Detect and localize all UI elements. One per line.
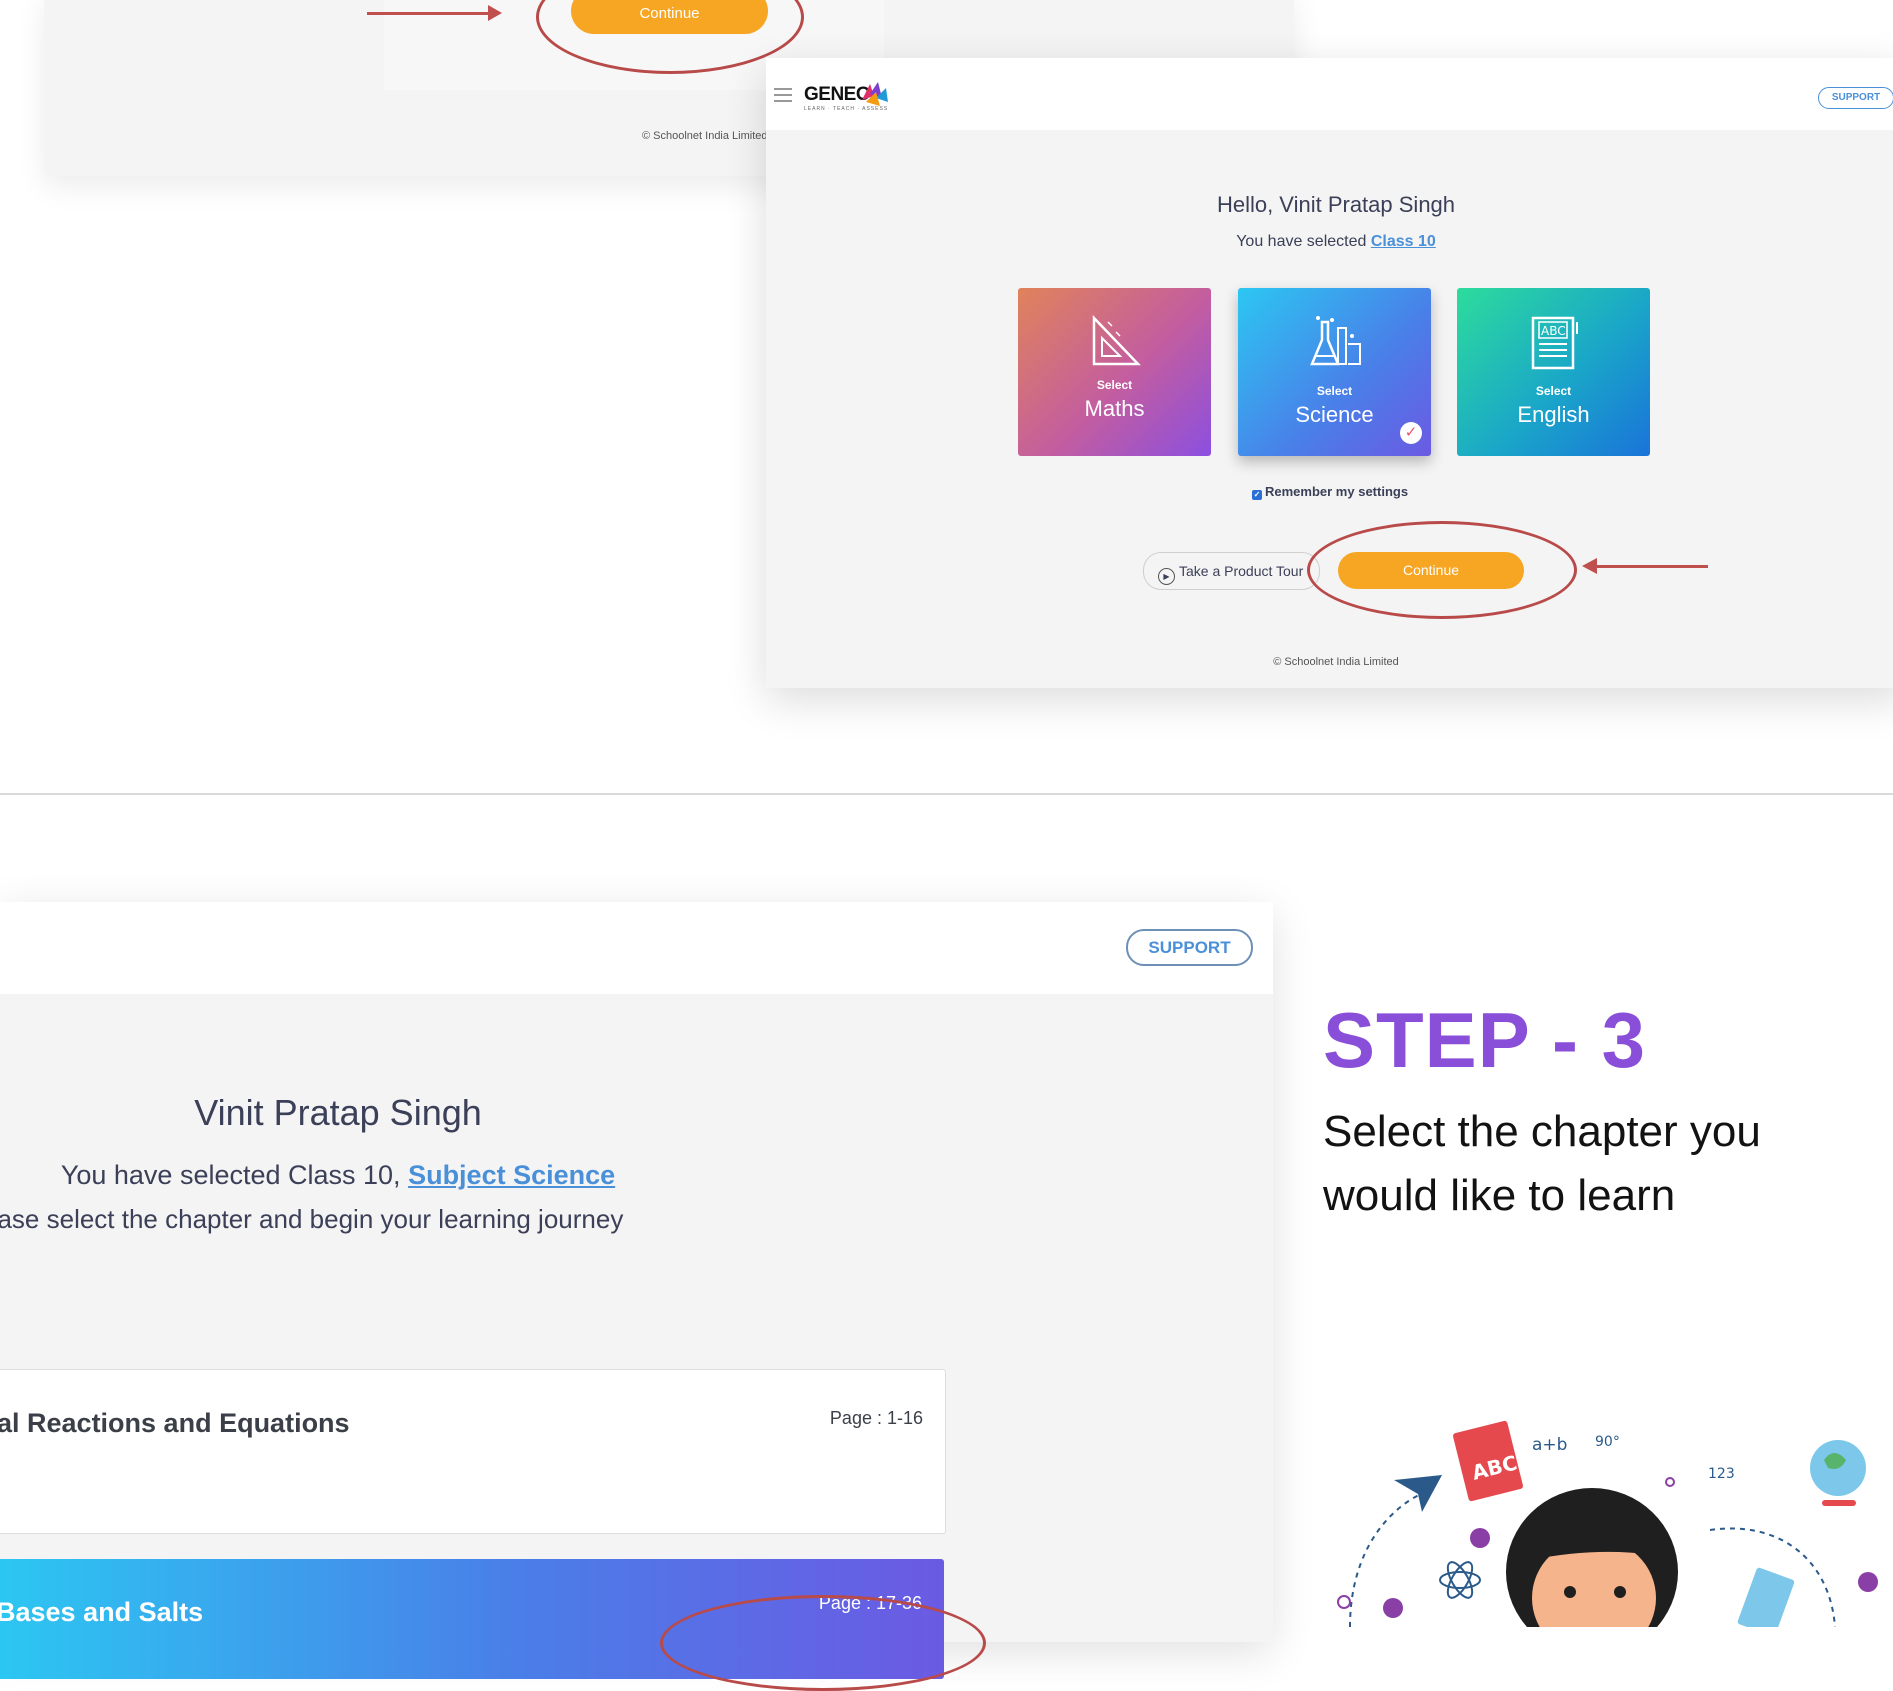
chapter-title: Bases and Salts — [0, 1597, 204, 1627]
selected-subject-line: You have selected Class 10, Subject Scie… — [0, 1160, 678, 1191]
illustration-text: a+b — [1532, 1435, 1567, 1455]
geneo-logo-mark-icon — [862, 82, 888, 106]
remember-settings-checkbox[interactable]: ✓ Remember my settings — [1252, 484, 1408, 500]
chapter-title: al Reactions and Equations — [0, 1408, 350, 1438]
remember-label: Remember my settings — [1265, 484, 1409, 499]
app-header: GENEO LEARN · TEACH · ASSESS SUPPORT — [766, 58, 1893, 130]
chapter-selection-screenshot: SUPPORT Vinit Pratap Singh You have sele… — [0, 902, 1273, 1679]
hamburger-menu-icon[interactable] — [774, 88, 792, 102]
subject-card-science[interactable]: Select Science ✓ — [1238, 288, 1431, 456]
support-button[interactable]: SUPPORT — [1818, 87, 1893, 109]
illustration-text: 90° — [1595, 1434, 1620, 1450]
subject-name: Maths — [1084, 396, 1145, 421]
step-title: STEP - 3 — [1323, 996, 1647, 1084]
section-divider — [0, 793, 1893, 795]
subject-card-english[interactable]: ABC Select English — [1457, 288, 1650, 456]
app-header: SUPPORT — [0, 902, 1273, 994]
arrow-line — [1596, 565, 1708, 568]
footer-copyright: © Schoolnet India Limited — [1273, 656, 1399, 668]
student-illustration: ABC a+b 90° 123 — [1337, 1420, 1878, 1627]
arrow-left-icon — [1582, 558, 1597, 574]
selected-class-line: You have selected Class 10 — [766, 233, 1893, 251]
greeting: Hello, Vinit Pratap Singh — [1216, 192, 1456, 217]
abc-book-icon: ABC — [1531, 316, 1578, 370]
notebook-icon — [1737, 1567, 1795, 1627]
chapter-card[interactable]: al Reactions and Equations Page : 1-16 — [0, 1369, 946, 1534]
chapter-pages: Page : 1-16 — [829, 1408, 923, 1428]
play-icon: ▶ — [1158, 568, 1175, 585]
dot — [1337, 1595, 1351, 1609]
student-character-icon — [1506, 1488, 1678, 1627]
svg-text:ABC: ABC — [1541, 324, 1566, 338]
subject-link[interactable]: Subject Science — [408, 1160, 615, 1190]
dot — [1665, 1477, 1675, 1487]
set-square-icon — [1092, 314, 1141, 366]
subject-name: Science — [1295, 402, 1374, 427]
dot — [1858, 1572, 1878, 1592]
subject-name: English — [1517, 402, 1590, 427]
checkbox-checked-icon[interactable]: ✓ — [1252, 490, 1262, 500]
arrow-right-icon — [488, 5, 502, 21]
select-label: Select — [1316, 384, 1353, 398]
student-name: Vinit Pratap Singh — [194, 1092, 482, 1133]
paper-plane-icon — [1394, 1475, 1442, 1512]
atom-icon — [1439, 1561, 1481, 1599]
subject-card-maths[interactable]: Select Maths — [1018, 288, 1211, 456]
support-button[interactable]: SUPPORT — [1126, 929, 1253, 966]
tour-label: Take a Product Tour — [1179, 563, 1304, 579]
highlight-ring — [660, 1595, 986, 1691]
dot — [1470, 1528, 1490, 1548]
abc-book-icon: ABC — [1453, 1420, 1523, 1502]
illustration-text: 123 — [1708, 1466, 1735, 1482]
globe-icon — [1810, 1440, 1866, 1506]
arrow-line — [367, 12, 492, 15]
lab-flask-icon — [1310, 316, 1361, 366]
previous-step-footer: © Schoolnet India Limited — [642, 130, 768, 142]
product-tour-button[interactable]: ▶ Take a Product Tour — [1143, 552, 1320, 590]
class-prefix: You have selected Class 10, — [60, 1160, 409, 1190]
step-description: Select the chapter you would like to lea… — [1323, 1107, 1761, 1220]
selected-prefix: You have selected — [1236, 233, 1371, 250]
subject-selection-screenshot: GENEO LEARN · TEACH · ASSESS SUPPORT Hel… — [766, 58, 1893, 688]
dot — [1383, 1598, 1403, 1618]
select-label: Select — [1535, 384, 1572, 398]
selected-check-icon: ✓ — [1400, 422, 1422, 444]
class-link[interactable]: Class 10 — [1371, 233, 1436, 250]
instruction-text: ease select the chapter and begin your l… — [0, 1204, 624, 1234]
select-label: Select — [1096, 378, 1133, 392]
highlight-ring — [1307, 521, 1577, 619]
